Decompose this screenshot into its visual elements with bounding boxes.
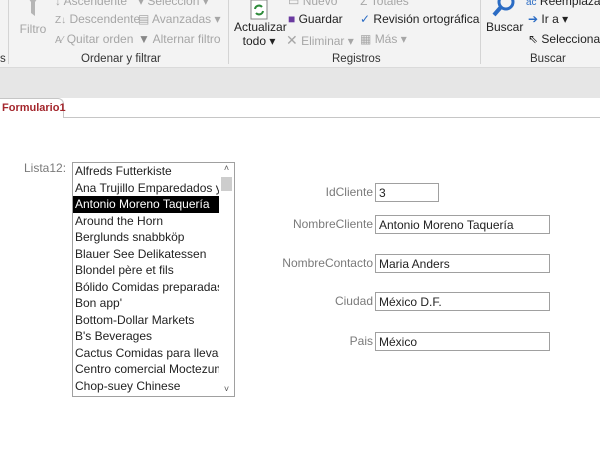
ir-a-button[interactable]: ➔ Ir a ▾ — [528, 12, 568, 26]
field-input-pais[interactable]: México — [375, 332, 550, 351]
field-input-idcliente[interactable]: 3 — [375, 183, 439, 202]
new-record-icon: ▭ — [288, 0, 300, 8]
quitar-orden-button[interactable]: A⁄ Quitar orden — [55, 32, 133, 46]
field-label: NombreCliente — [292, 217, 373, 231]
list-item[interactable]: Bólido Comidas preparadas — [73, 279, 219, 296]
toolbar-gap — [0, 68, 600, 98]
actualizar-todo-button[interactable]: Actualizar todo ▾ — [234, 0, 287, 48]
filter-funnel-icon — [29, 0, 37, 16]
field-label: IdCliente — [325, 185, 373, 199]
list-item[interactable]: Chop-suey Chinese — [73, 378, 219, 395]
field-label: NombreContacto — [282, 256, 373, 270]
group-label-ordenar-filtrar: Ordenar y filtrar — [81, 53, 161, 65]
advanced-filter-icon: ▤ — [138, 12, 150, 26]
group-label-registros: Registros — [332, 53, 381, 65]
avanzadas-button[interactable]: ▤ Avanzadas ▾ — [138, 12, 221, 26]
scroll-thumb[interactable] — [221, 177, 232, 191]
revision-ortografica-button[interactable]: ✓ Revisión ortográfica — [360, 12, 479, 26]
list-item[interactable]: Antonio Moreno Taquería — [73, 196, 219, 213]
field-label: Ciudad — [334, 294, 373, 308]
tab-formulario1[interactable]: Formulario1 — [0, 98, 66, 118]
spellcheck-icon: ✓ — [360, 12, 371, 26]
totales-button[interactable]: Σ Totales — [360, 0, 409, 8]
magnifier-icon — [492, 0, 515, 17]
descendente-button[interactable]: Z↓ Descendente — [55, 12, 140, 26]
delete-x-icon: ✕ — [286, 32, 298, 48]
list-item[interactable]: Bottom-Dollar Markets — [73, 312, 219, 329]
seleccion-button[interactable]: ▾ Selección ▾ — [138, 0, 209, 8]
refresh-icon — [250, 0, 268, 20]
list-item[interactable]: Ana Trujillo Emparedados y helados — [73, 180, 219, 197]
list-item[interactable]: Alfreds Futterkiste — [73, 163, 219, 180]
list-item[interactable]: B's Beverages — [73, 328, 219, 345]
field-label: Pais — [349, 334, 373, 348]
customer-listbox[interactable]: Alfreds Futterkiste Ana Trujillo Empareda… — [72, 162, 235, 397]
list-item[interactable]: Centro comercial Moctezuma — [73, 361, 219, 378]
eliminar-button[interactable]: ✕ Eliminar ▾ — [286, 32, 354, 49]
scroll-down-icon[interactable]: ˅ — [219, 384, 234, 394]
clear-sort-icon: A⁄ — [55, 35, 64, 46]
replace-icon: ac — [526, 0, 537, 8]
group-label-buscar: Buscar — [530, 53, 566, 65]
guardar-button[interactable]: ■ Guardar — [288, 12, 343, 26]
ribbon: s Filtro ↓ Ascendente Z↓ Descendente A⁄ … — [0, 0, 600, 68]
alternar-filtro-button[interactable]: ▼ Alternar filtro — [138, 32, 221, 46]
more-grid-icon: ▦ — [360, 32, 372, 46]
field-input-nombrecontacto[interactable]: Maria Anders — [375, 254, 550, 273]
seleccionar-button[interactable]: ⇖ Seleccionar ▾ — [528, 32, 600, 46]
list-label: Lista12: — [24, 161, 67, 175]
document-tab-strip — [0, 98, 600, 118]
list-item[interactable]: Berglunds snabbköp — [73, 229, 219, 246]
save-icon: ■ — [288, 12, 296, 26]
ascendente-button[interactable]: ↓ Ascendente — [55, 0, 127, 8]
list-item[interactable]: Bon app' — [73, 295, 219, 312]
list-item[interactable]: Cactus Comidas para llevar — [73, 345, 219, 362]
mas-button[interactable]: ▦ Más ▾ — [360, 32, 407, 46]
list-item[interactable]: Blauer See Delikatessen — [73, 246, 219, 263]
field-input-nombrecliente[interactable]: Antonio Moreno Taquería — [375, 215, 550, 234]
sort-asc-icon: ↓ — [55, 0, 61, 8]
toggle-filter-icon: ▼ — [138, 32, 150, 46]
cursor-icon: ⇖ — [528, 32, 539, 46]
sort-desc-icon: Z↓ — [55, 15, 67, 26]
list-item[interactable]: Blondel père et fils — [73, 262, 219, 279]
list-item[interactable]: Around the Horn — [73, 213, 219, 230]
nuevo-button[interactable]: ▭ Nuevo — [288, 0, 337, 8]
listbox-scrollbar[interactable]: ˄ ˅ — [219, 163, 234, 396]
scroll-up-icon[interactable]: ˄ — [219, 163, 234, 177]
selection-icon: ▾ — [138, 0, 145, 8]
reemplazar-button[interactable]: ac Reemplazar — [526, 0, 600, 8]
filtro-button[interactable]: Filtro — [18, 0, 48, 36]
field-input-ciudad[interactable]: México D.F. — [375, 292, 550, 311]
buscar-button[interactable]: Buscar — [486, 0, 523, 34]
arrow-right-icon: ➔ — [528, 12, 539, 26]
sigma-icon: Σ — [360, 0, 368, 8]
prev-group-label-fragment: s — [0, 53, 6, 65]
